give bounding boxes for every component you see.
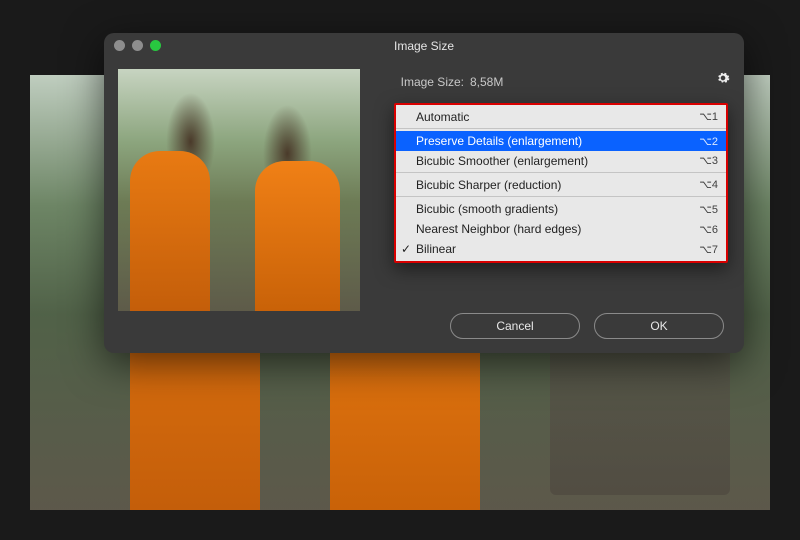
resample-option-shortcut: ⌥3 (699, 154, 718, 167)
resample-option-shortcut: ⌥5 (699, 203, 718, 216)
resample-option-label: Bicubic Sharper (reduction) (416, 178, 561, 192)
resample-option-shortcut: ⌥4 (699, 178, 718, 191)
dialog-title: Image Size (104, 39, 744, 53)
resample-option[interactable]: Automatic ⌥1 (396, 107, 726, 129)
cancel-button[interactable]: Cancel (450, 313, 580, 339)
resample-option-label: Bicubic Smoother (enlargement) (416, 154, 588, 168)
image-size-value: 8,58M (470, 75, 503, 89)
zoom-icon[interactable] (150, 40, 161, 51)
resample-option[interactable]: ✓ Bilinear ⌥7 (396, 239, 726, 259)
resample-option-label: Bilinear (416, 242, 456, 256)
minimize-icon[interactable] (132, 40, 143, 51)
resample-option[interactable]: Bicubic (smooth gradients) ⌥5 (396, 199, 726, 219)
ok-button[interactable]: OK (594, 313, 724, 339)
resample-option[interactable]: Preserve Details (enlargement) ⌥2 (396, 131, 726, 151)
resample-option[interactable]: Bicubic Smoother (enlargement) ⌥3 (396, 151, 726, 173)
dialog-titlebar: Image Size (104, 33, 744, 59)
resample-option[interactable]: Bicubic Sharper (reduction) ⌥4 (396, 175, 726, 197)
image-preview (118, 69, 360, 311)
image-size-label: Image Size: (374, 75, 470, 89)
resample-option-label: Preserve Details (enlargement) (416, 134, 582, 148)
resample-option-label: Nearest Neighbor (hard edges) (416, 222, 581, 236)
resample-option[interactable]: Nearest Neighbor (hard edges) ⌥6 (396, 219, 726, 239)
resample-option-label: Bicubic (smooth gradients) (416, 202, 558, 216)
close-icon[interactable] (114, 40, 125, 51)
resample-option-label: Automatic (416, 110, 469, 124)
check-icon: ✓ (401, 242, 411, 256)
resample-option-shortcut: ⌥7 (699, 243, 718, 256)
gear-icon[interactable] (716, 71, 730, 88)
resample-option-shortcut: ⌥6 (699, 223, 718, 236)
resample-dropdown[interactable]: Automatic ⌥1 Preserve Details (enlargement… (394, 103, 728, 263)
resample-option-shortcut: ⌥1 (699, 110, 718, 123)
resample-option-shortcut: ⌥2 (699, 135, 718, 148)
